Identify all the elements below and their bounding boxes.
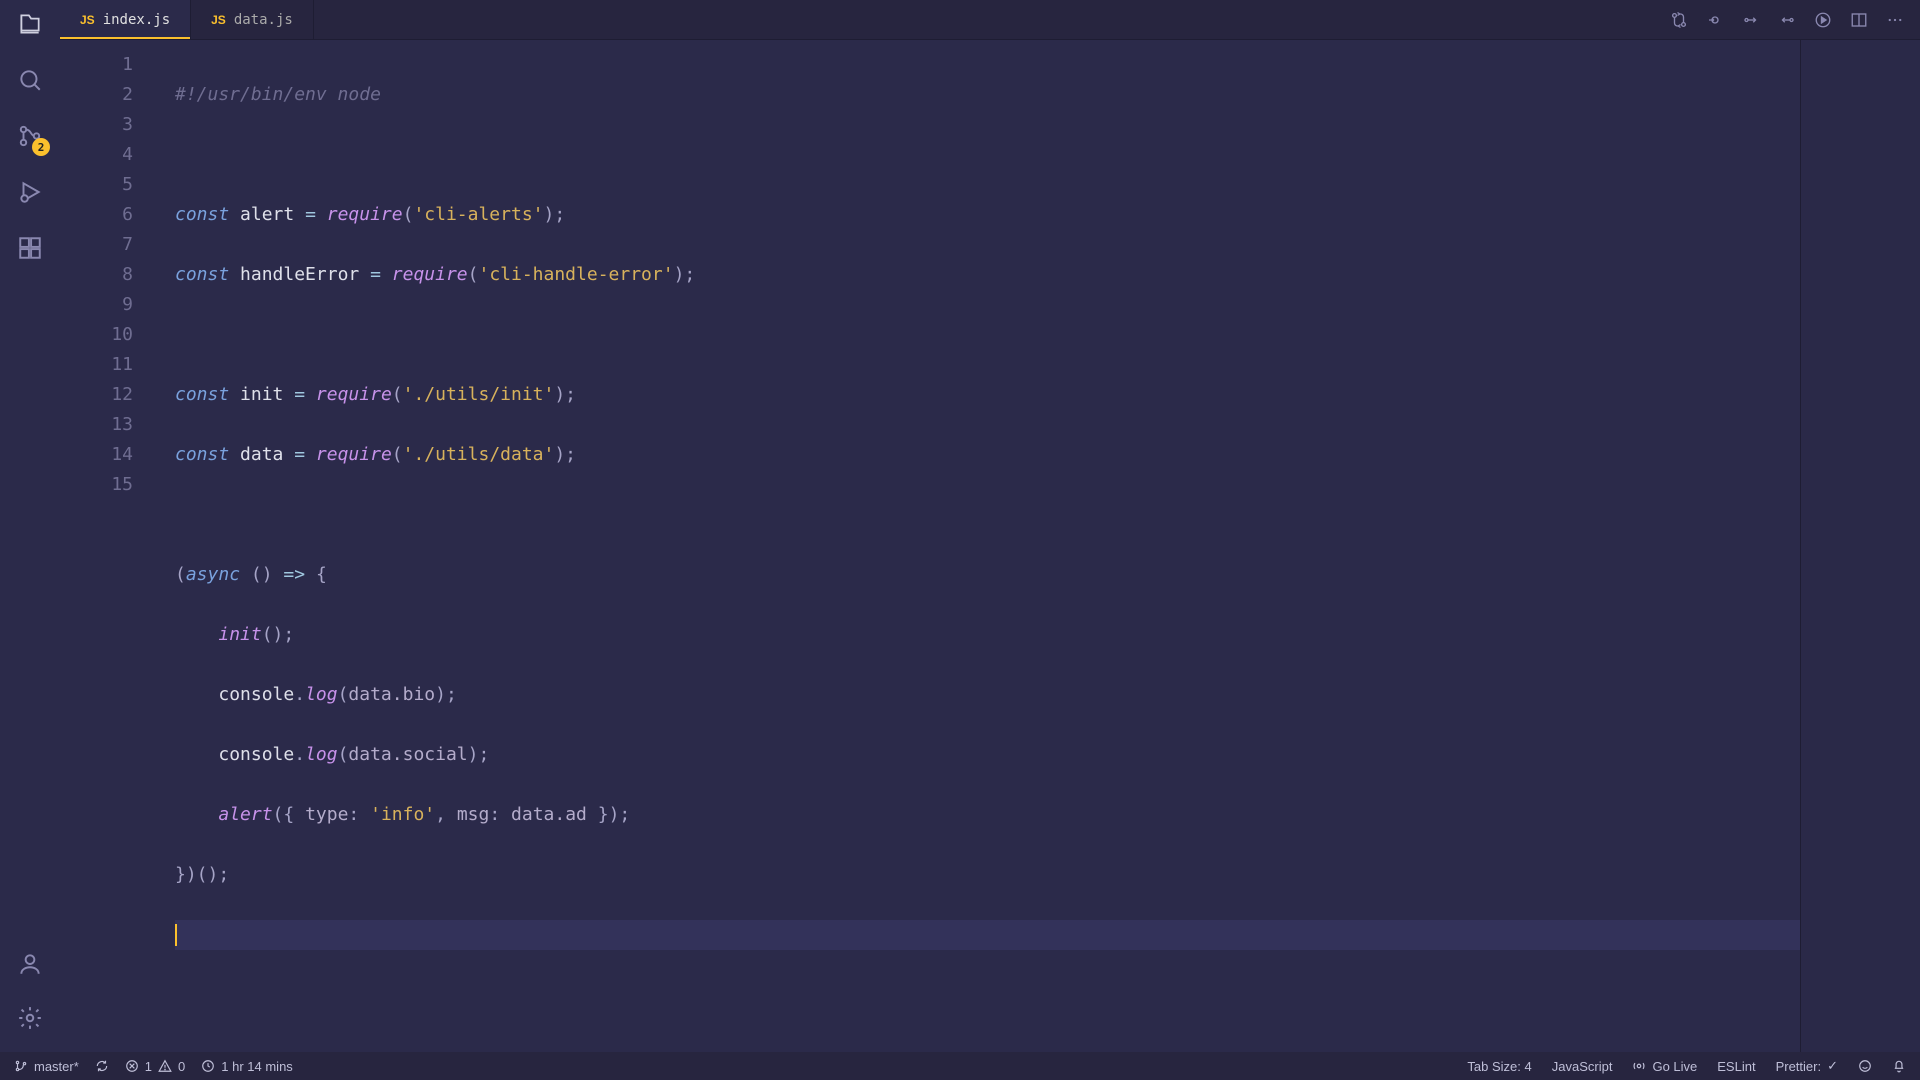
run-icon[interactable]: [1814, 11, 1832, 29]
explorer-icon[interactable]: [16, 10, 44, 38]
more-icon[interactable]: [1886, 11, 1904, 29]
minimap[interactable]: [1800, 40, 1920, 1052]
tab-bar: JS index.js JS data.js: [60, 0, 1920, 40]
redo-icon[interactable]: [1778, 11, 1796, 29]
tab-label: index.js: [103, 12, 170, 28]
time-tracker[interactable]: 1 hr 14 mins: [201, 1059, 293, 1074]
feedback-icon[interactable]: [1858, 1059, 1872, 1073]
search-icon[interactable]: [16, 66, 44, 94]
debug-icon[interactable]: [16, 178, 44, 206]
tab-data-js[interactable]: JS data.js: [191, 0, 314, 39]
git-branch[interactable]: master*: [14, 1059, 79, 1074]
warning-count: 0: [178, 1059, 185, 1074]
error-count: 1: [145, 1059, 152, 1074]
language-mode[interactable]: JavaScript: [1552, 1059, 1613, 1074]
settings-icon[interactable]: [16, 1004, 44, 1032]
eslint-status[interactable]: ESLint: [1717, 1059, 1755, 1074]
editor[interactable]: 1 2 3 4 5 6 7 8 9 10 11 12 13 14 15 #!/u…: [60, 40, 1920, 1052]
line-numbers: 1 2 3 4 5 6 7 8 9 10 11 12 13 14 15: [60, 40, 155, 1052]
tab-index-js[interactable]: JS index.js: [60, 0, 191, 39]
split-editor-icon[interactable]: [1850, 11, 1868, 29]
go-live[interactable]: Go Live: [1632, 1059, 1697, 1074]
tab-label: data.js: [234, 12, 293, 28]
tab-size[interactable]: Tab Size: 4: [1467, 1059, 1531, 1074]
prettier-status[interactable]: Prettier: ✓: [1776, 1058, 1838, 1074]
bell-icon[interactable]: [1892, 1059, 1906, 1073]
status-bar: master* 1 0 1 hr 14 mins Tab Size: 4 Jav…: [0, 1052, 1920, 1080]
branch-label: master*: [34, 1059, 79, 1074]
activity-bar: 2: [0, 0, 60, 1052]
time-label: 1 hr 14 mins: [221, 1059, 293, 1074]
problems[interactable]: 1 0: [125, 1059, 185, 1074]
extensions-icon[interactable]: [16, 234, 44, 262]
sync-icon[interactable]: [95, 1059, 109, 1073]
js-file-icon: JS: [80, 13, 95, 27]
account-icon[interactable]: [16, 950, 44, 978]
source-control-icon[interactable]: 2: [16, 122, 44, 150]
undo-icon[interactable]: [1742, 11, 1760, 29]
git-compare-icon[interactable]: [1670, 11, 1688, 29]
source-control-badge: 2: [32, 138, 50, 156]
js-file-icon: JS: [211, 13, 226, 27]
editor-actions: [1670, 11, 1920, 29]
code-content[interactable]: #!/usr/bin/env node const alert = requir…: [155, 40, 1800, 1052]
arrow-incoming-icon[interactable]: [1706, 11, 1724, 29]
